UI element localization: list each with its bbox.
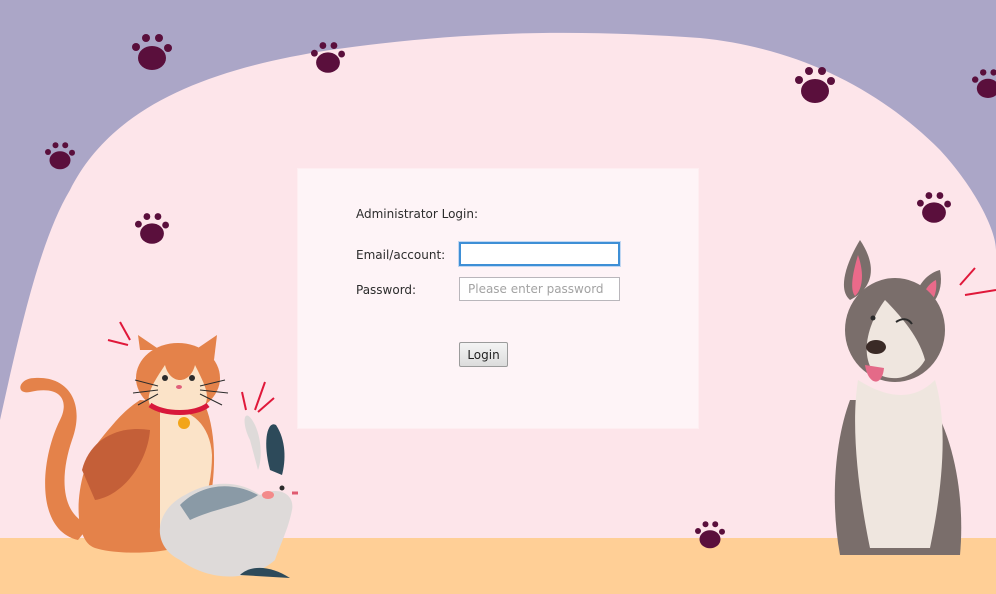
paw-print-icon xyxy=(972,69,996,98)
password-label: Password: xyxy=(356,283,417,297)
paw-print-icon xyxy=(132,34,172,70)
login-title: Administrator Login: xyxy=(356,207,479,221)
paw-print-icon xyxy=(45,142,75,170)
email-field[interactable] xyxy=(459,242,620,266)
password-field[interactable] xyxy=(459,277,620,301)
email-label: Email/account: xyxy=(356,248,446,262)
login-panel: Administrator Login: Email/account: Pass… xyxy=(298,169,698,428)
login-button[interactable]: Login xyxy=(459,342,508,367)
